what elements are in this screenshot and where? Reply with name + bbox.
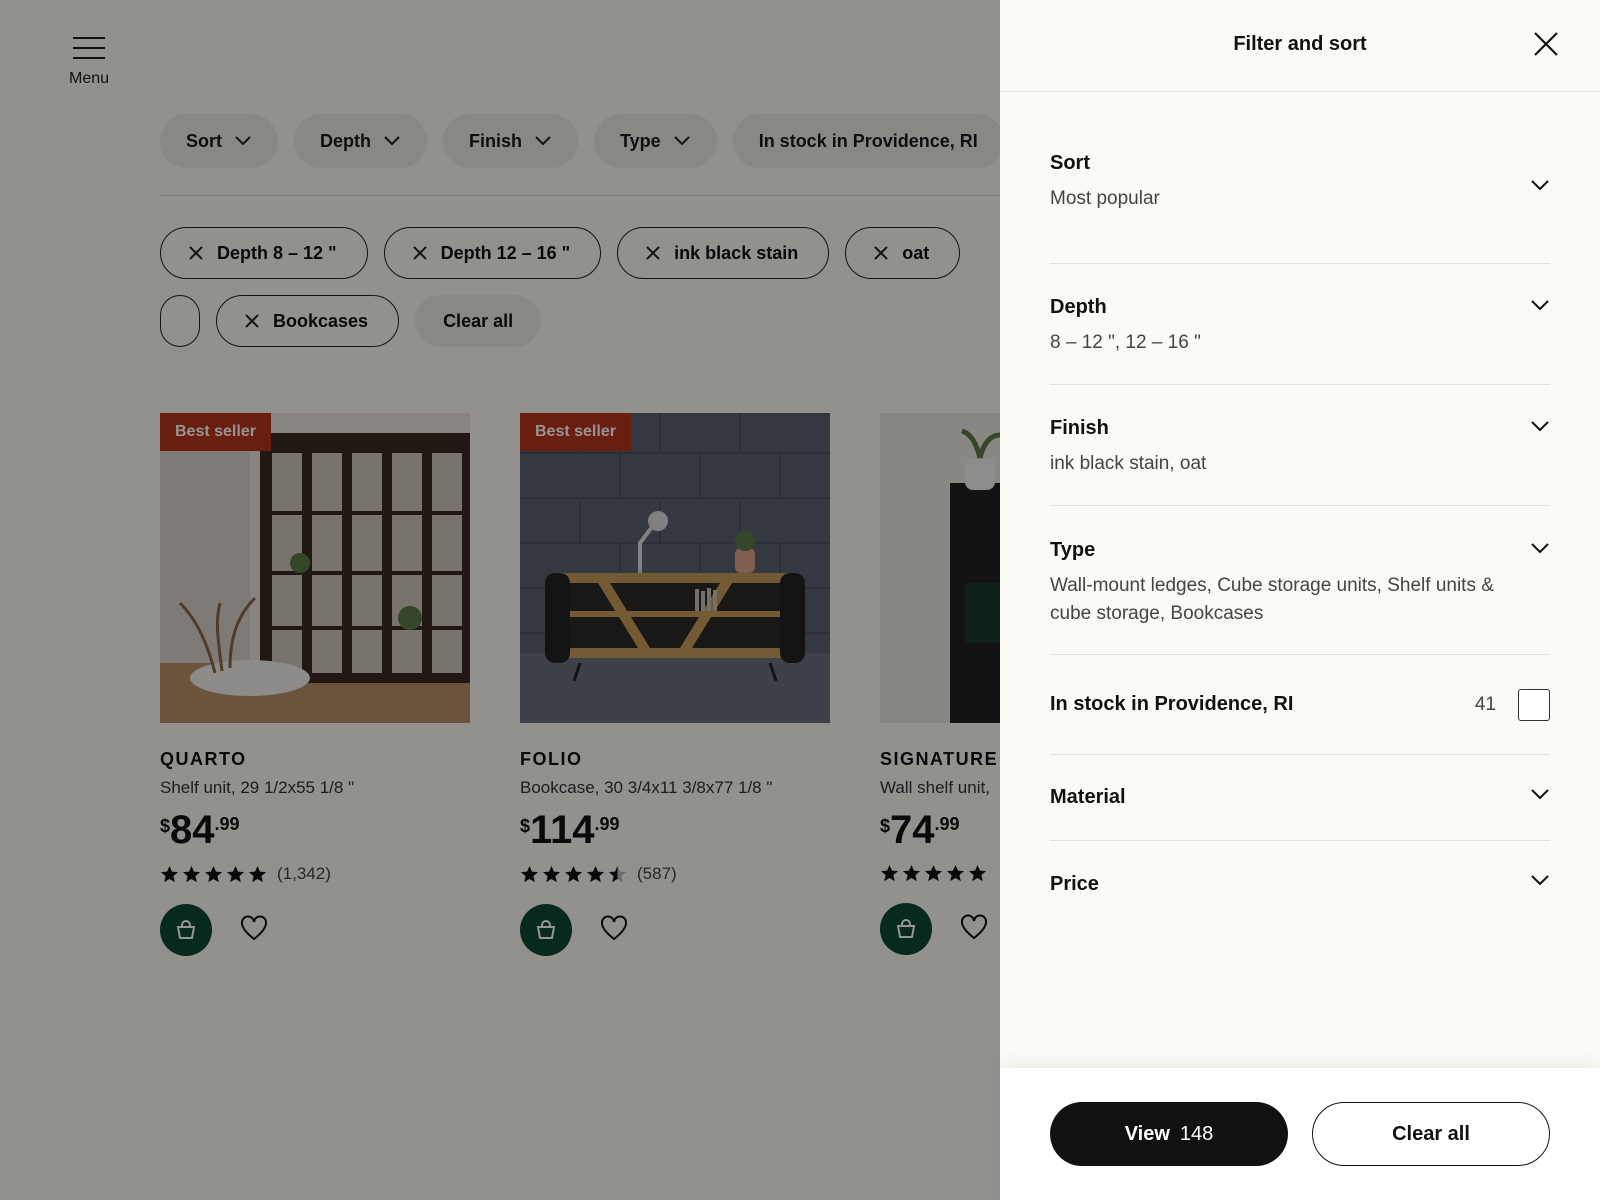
section-value: Most popular	[1050, 188, 1160, 209]
in-stock-count: 41	[1474, 693, 1496, 715]
section-title: Type	[1050, 539, 1096, 561]
in-stock-control: 41	[1474, 688, 1550, 721]
section-depth[interactable]: Depth 8 – 12 ", 12 – 16 "	[1050, 264, 1550, 385]
view-label: View	[1124, 1122, 1170, 1145]
section-type[interactable]: Type Wall-mount ledges, Cube storage uni…	[1050, 506, 1550, 655]
view-count: 148	[1179, 1122, 1214, 1145]
section-value: ink black stain, oat	[1050, 453, 1207, 474]
section-title: Price	[1050, 872, 1099, 895]
chevron-down-icon	[1530, 298, 1550, 311]
section-title: Material	[1050, 786, 1126, 808]
section-in-stock: In stock in Providence, RI 41	[1050, 655, 1550, 755]
in-stock-checkbox[interactable]	[1518, 688, 1550, 721]
drawer-header: Filter and sort	[1000, 0, 1600, 92]
chevron-down-icon	[1530, 787, 1550, 800]
section-price[interactable]: Price	[1050, 841, 1550, 927]
filter-sort-drawer: Filter and sort Sort Most popular Depth …	[1000, 0, 1600, 1200]
section-material[interactable]: Material	[1050, 755, 1550, 841]
chevron-down-icon	[1530, 873, 1550, 886]
section-value: 8 – 12 ", 12 – 16 "	[1050, 332, 1201, 353]
in-stock-label: In stock in Providence, RI	[1050, 693, 1294, 715]
section-title: Depth	[1050, 296, 1107, 318]
filter-sections: Sort Most popular Depth 8 – 12 ", 12 – 1…	[1050, 152, 1550, 927]
drawer-footer: View 148 Clear all	[1000, 1068, 1600, 1200]
close-drawer-button[interactable]	[1532, 30, 1560, 58]
close-icon	[1534, 32, 1558, 56]
chevron-down-icon	[1530, 419, 1550, 432]
section-title: Sort	[1050, 152, 1090, 174]
section-title: Finish	[1050, 417, 1109, 439]
drawer-title: Filter and sort	[1233, 33, 1367, 55]
chevron-down-icon	[1530, 178, 1550, 191]
section-value: Wall-mount ledges, Cube storage units, S…	[1050, 575, 1494, 624]
chevron-down-icon	[1530, 541, 1550, 554]
section-sort[interactable]: Sort Most popular	[1050, 152, 1550, 264]
clear-all-button[interactable]: Clear all	[1312, 1102, 1550, 1166]
view-results-button[interactable]: View 148	[1050, 1102, 1288, 1166]
section-finish[interactable]: Finish ink black stain, oat	[1050, 385, 1550, 506]
